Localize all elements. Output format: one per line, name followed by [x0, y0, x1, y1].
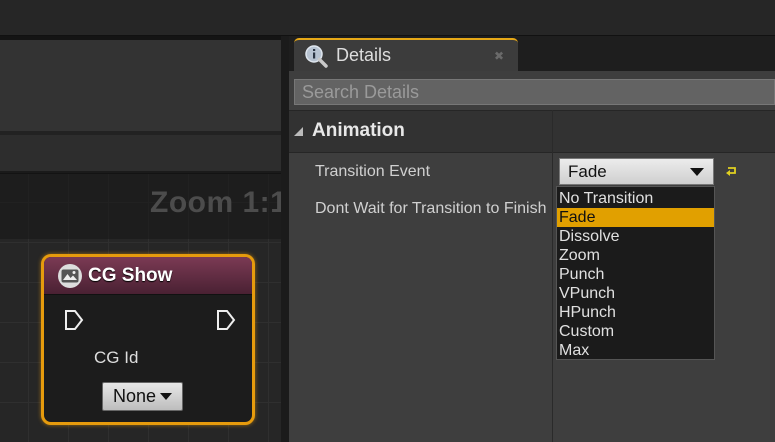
- dropdown-option[interactable]: Max: [557, 341, 714, 360]
- dropdown-option[interactable]: VPunch: [557, 284, 714, 303]
- dropdown-option[interactable]: Dissolve: [557, 227, 714, 246]
- dont-wait-label: Dont Wait for Transition to Finish: [315, 200, 547, 217]
- exec-output-pin-icon[interactable]: [216, 309, 236, 331]
- chevron-down-icon: [690, 168, 704, 176]
- details-magnifier-icon: [305, 44, 328, 68]
- tab-details[interactable]: Details ✖: [294, 38, 518, 71]
- transition-event-label: Transition Event: [315, 163, 431, 180]
- dropdown-option-selected[interactable]: Fade: [557, 208, 714, 227]
- dropdown-option[interactable]: Zoom: [557, 246, 714, 265]
- node-title: CG Show: [88, 264, 173, 286]
- graph-toolbar-area: [0, 40, 281, 131]
- panel-splitter[interactable]: [281, 36, 289, 442]
- cg-show-node[interactable]: CG Show CG Id None: [41, 254, 255, 425]
- exec-input-pin-icon[interactable]: [64, 309, 84, 331]
- editor-window: Zoom 1:1 CG Show CG Id None Details ✖ Se…: [0, 0, 775, 442]
- search-placeholder: Search Details: [302, 82, 420, 102]
- node-header[interactable]: CG Show: [44, 257, 252, 295]
- top-toolbar: [0, 0, 775, 36]
- cg-id-value: None: [112, 386, 157, 406]
- dropdown-option[interactable]: Custom: [557, 322, 714, 341]
- column-splitter[interactable]: [552, 110, 553, 442]
- reset-to-default-icon[interactable]: [725, 164, 739, 178]
- cg-id-select[interactable]: None: [102, 382, 183, 411]
- dropdown-option[interactable]: HPunch: [557, 303, 714, 322]
- cg-icon: [58, 263, 82, 288]
- category-animation[interactable]: Animation: [289, 110, 775, 153]
- transition-event-value: Fade: [568, 161, 607, 181]
- search-details-input[interactable]: Search Details: [294, 79, 775, 105]
- transition-event-combo[interactable]: Fade: [559, 158, 714, 185]
- transition-dropdown-list: No Transition Fade Dissolve Zoom Punch V…: [556, 186, 715, 360]
- category-label: Animation: [312, 120, 405, 141]
- cg-id-label: CG Id: [94, 348, 139, 367]
- collapse-arrow-icon[interactable]: [294, 127, 303, 136]
- close-icon[interactable]: ✖: [494, 49, 504, 63]
- zoom-label: Zoom 1:1: [150, 186, 288, 219]
- details-tab-label: Details: [336, 45, 392, 65]
- dropdown-option[interactable]: Punch: [557, 265, 714, 284]
- dropdown-option[interactable]: No Transition: [557, 189, 714, 208]
- graph-tab-strip: [0, 135, 281, 171]
- chevron-down-icon: [160, 392, 173, 400]
